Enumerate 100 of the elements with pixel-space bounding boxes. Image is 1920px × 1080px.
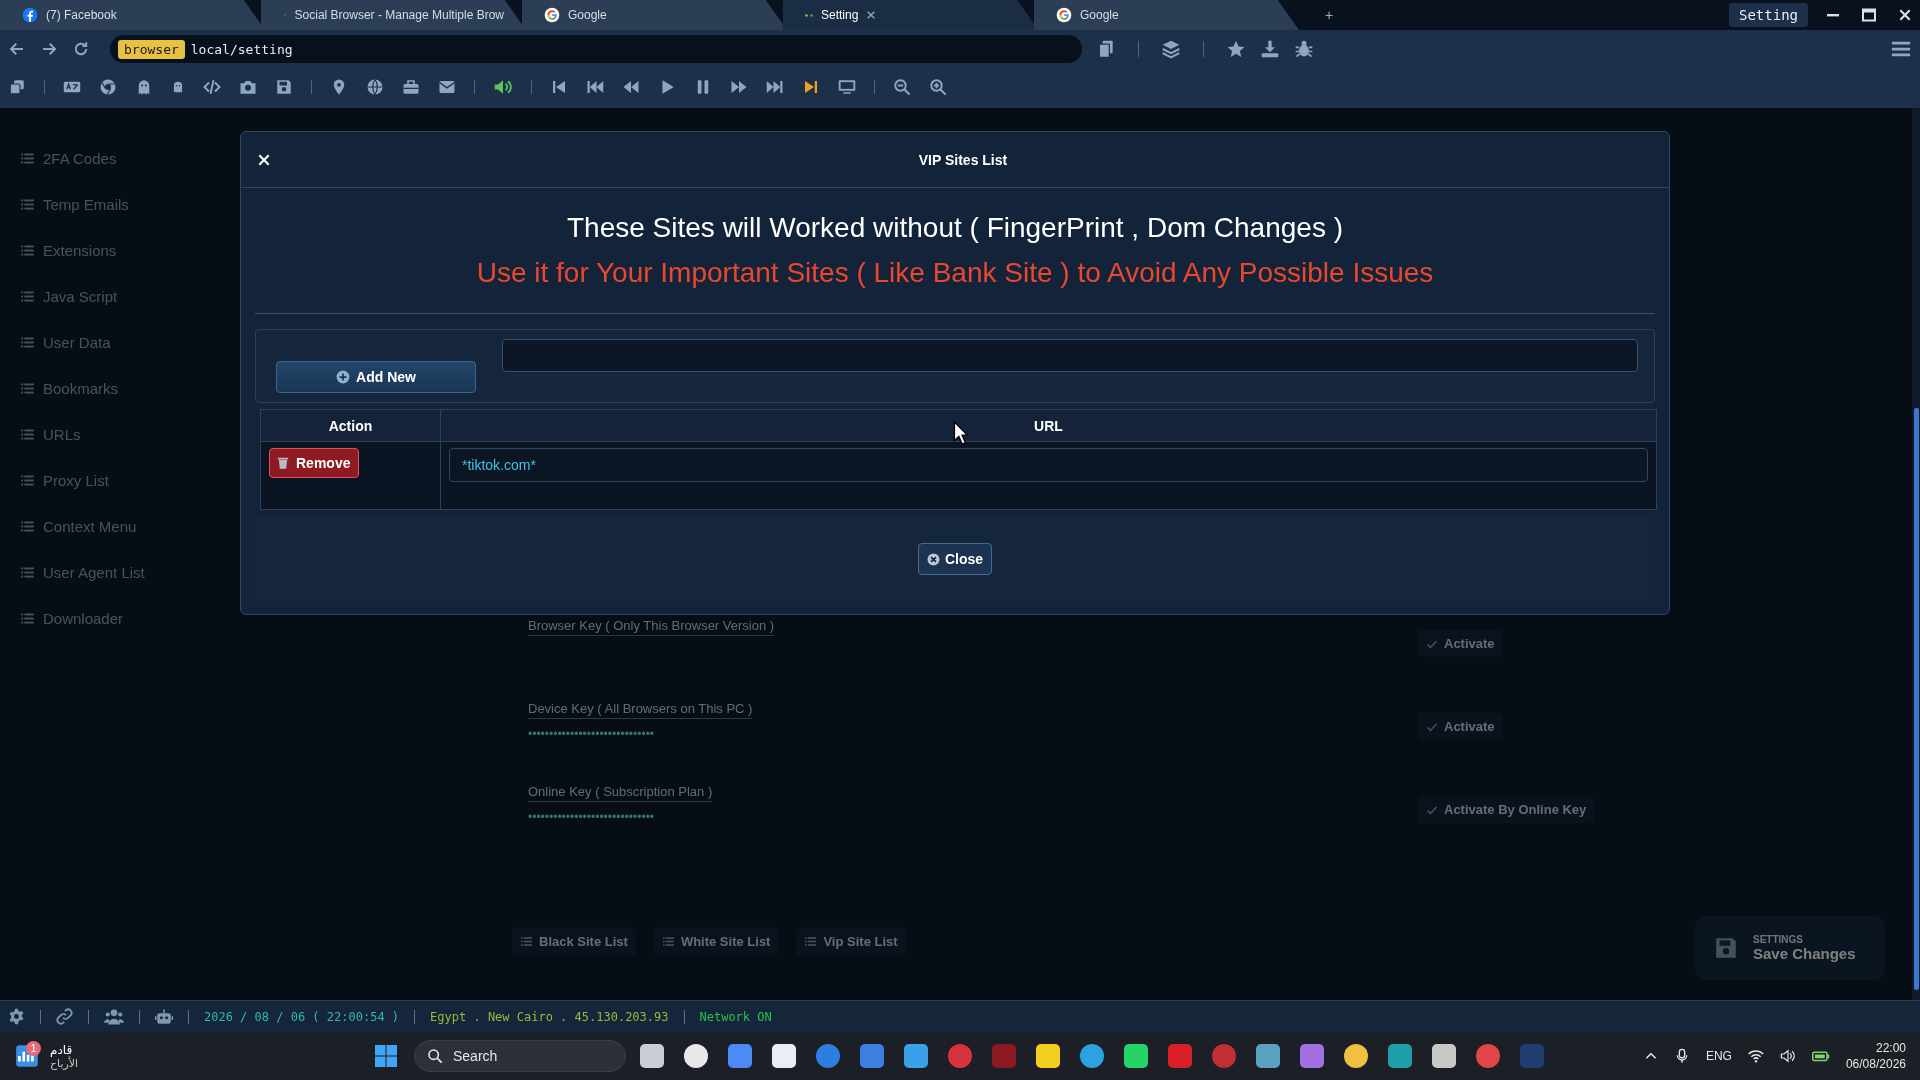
sidebar-item[interactable]: Extensions — [43, 242, 117, 259]
clock[interactable]: 22:00 06/08/2026 — [1845, 1040, 1906, 1072]
dialog-title: VIP Sites List — [918, 151, 1008, 168]
app-icon[interactable] — [1080, 1044, 1104, 1068]
settings-icon[interactable] — [8, 1008, 25, 1025]
list-icon — [20, 427, 35, 442]
list-icon — [20, 473, 35, 488]
list-icon — [20, 243, 35, 258]
download-icon[interactable] — [1260, 39, 1280, 59]
list-icon — [20, 611, 35, 626]
link-icon[interactable] — [56, 1008, 73, 1025]
language-indicator[interactable]: ENG — [1705, 1049, 1732, 1063]
list-icon — [20, 565, 35, 580]
app-icon[interactable] — [684, 1044, 708, 1068]
search-icon — [427, 1048, 443, 1064]
dots-icon — [805, 13, 813, 17]
g-logo-icon — [1056, 7, 1072, 23]
volume-icon[interactable] — [1779, 1048, 1796, 1064]
sidebar-item[interactable]: Proxy List — [43, 472, 109, 489]
close-button[interactable]: Close — [917, 543, 993, 575]
list-icon — [20, 381, 35, 396]
address-bar[interactable]: browser local/setting — [110, 35, 1082, 63]
close-icon[interactable] — [1898, 8, 1912, 22]
app-icon[interactable] — [640, 1044, 664, 1068]
camera-icon[interactable] — [239, 78, 257, 96]
url-field[interactable]: *tiktok.com* — [449, 448, 1648, 482]
forward-icon[interactable] — [40, 40, 58, 58]
sidebar-item[interactable]: URLs — [43, 426, 81, 443]
wifi-icon[interactable] — [1747, 1048, 1764, 1064]
location-text: Egypt . New Cairo . 45.130.203.93 — [430, 1009, 669, 1024]
small-ghost-icon[interactable] — [171, 80, 185, 94]
list-icon — [661, 935, 675, 948]
back-icon[interactable] — [8, 40, 26, 58]
site-list-button[interactable]: Black Site List — [512, 927, 636, 956]
zoom-in-icon[interactable] — [929, 78, 947, 96]
sidebar-item[interactable]: User Agent List — [43, 564, 145, 581]
rewind-icon[interactable] — [622, 78, 640, 96]
save-icon — [1713, 935, 1739, 961]
bug-icon[interactable] — [1294, 39, 1314, 59]
sidebar-item[interactable]: Context Menu — [43, 518, 137, 535]
sidebar-item[interactable]: 2FA Codes — [43, 150, 117, 167]
previous-icon[interactable] — [586, 78, 604, 96]
mail-icon[interactable] — [438, 78, 456, 96]
url-input-field[interactable] — [502, 339, 1638, 372]
tab-close-icon[interactable] — [866, 10, 877, 20]
save-label: Save Changes — [1753, 945, 1856, 962]
monitor-icon[interactable] — [838, 78, 856, 96]
scrollbar[interactable] — [1912, 108, 1920, 1000]
key-label: Device Key ( All Browsers on This PC ) — [528, 701, 753, 719]
list-icon — [804, 935, 818, 948]
maximize-icon[interactable] — [1862, 8, 1876, 22]
next-icon[interactable] — [766, 78, 784, 96]
code-icon[interactable] — [203, 78, 221, 96]
robot-icon[interactable] — [155, 1007, 173, 1026]
app-icon[interactable] — [1124, 1044, 1148, 1068]
activate-button[interactable]: Activate — [1418, 713, 1503, 740]
globe-icon[interactable] — [366, 78, 384, 96]
start-icon[interactable] — [374, 1044, 398, 1068]
windows-icon[interactable] — [8, 78, 26, 96]
save-icon[interactable] — [275, 78, 293, 96]
add-new-button[interactable]: Add New — [276, 361, 476, 393]
remove-button[interactable]: Remove — [269, 448, 360, 478]
skip-end-icon[interactable] — [802, 78, 820, 96]
sidebar-item[interactable]: User Data — [43, 334, 111, 351]
app-icon[interactable] — [1036, 1044, 1060, 1068]
notification-badge: 1 — [26, 1040, 41, 1056]
widget-title: قادم — [50, 1042, 73, 1057]
list-icon — [20, 151, 35, 166]
fast-forward-icon[interactable] — [730, 78, 748, 96]
list-icon — [20, 197, 35, 212]
taskbar-search[interactable]: Search — [414, 1040, 626, 1072]
plus-icon — [336, 370, 351, 384]
activate-button[interactable]: Activate By Online Key — [1418, 796, 1595, 823]
f-logo-icon — [22, 7, 38, 23]
dialog-close-icon[interactable] — [257, 152, 271, 167]
list-icon — [20, 335, 35, 350]
skip-start-icon[interactable] — [550, 78, 568, 96]
app-icon[interactable] — [1344, 1044, 1368, 1068]
list-icon — [520, 935, 533, 948]
app-icon[interactable] — [1432, 1044, 1456, 1068]
sidebar-item[interactable]: Temp Emails — [43, 196, 129, 213]
g-logo-icon — [544, 7, 560, 23]
sidebar-item[interactable]: Java Script — [43, 288, 118, 305]
site-list-button[interactable]: White Site List — [653, 927, 779, 956]
toolbox-icon[interactable] — [402, 78, 420, 96]
sidebar-item[interactable]: Downloader — [43, 610, 124, 627]
new-tab-button[interactable]: + — [1325, 7, 1334, 23]
activate-button[interactable]: Activate — [1418, 630, 1503, 657]
dialog-heading: These Sites will Worked without ( FingerPrint , Dom Changes ) — [566, 212, 1344, 244]
app-icon[interactable] — [772, 1044, 796, 1068]
sidebar-item[interactable]: Bookmarks — [43, 380, 119, 397]
browser-tab[interactable]: Google — [1034, 0, 1299, 30]
reload-icon[interactable] — [72, 40, 90, 58]
layers-icon[interactable] — [1161, 39, 1181, 59]
save-changes-button[interactable]: SETTINGS Save Changes — [1695, 916, 1885, 980]
site-list-button[interactable]: Vip Site List — [796, 927, 906, 956]
ring-icon[interactable] — [99, 78, 117, 96]
star-icon[interactable] — [1226, 39, 1246, 59]
column-header: Action — [260, 409, 441, 442]
zoom-out-icon[interactable] — [893, 78, 911, 96]
